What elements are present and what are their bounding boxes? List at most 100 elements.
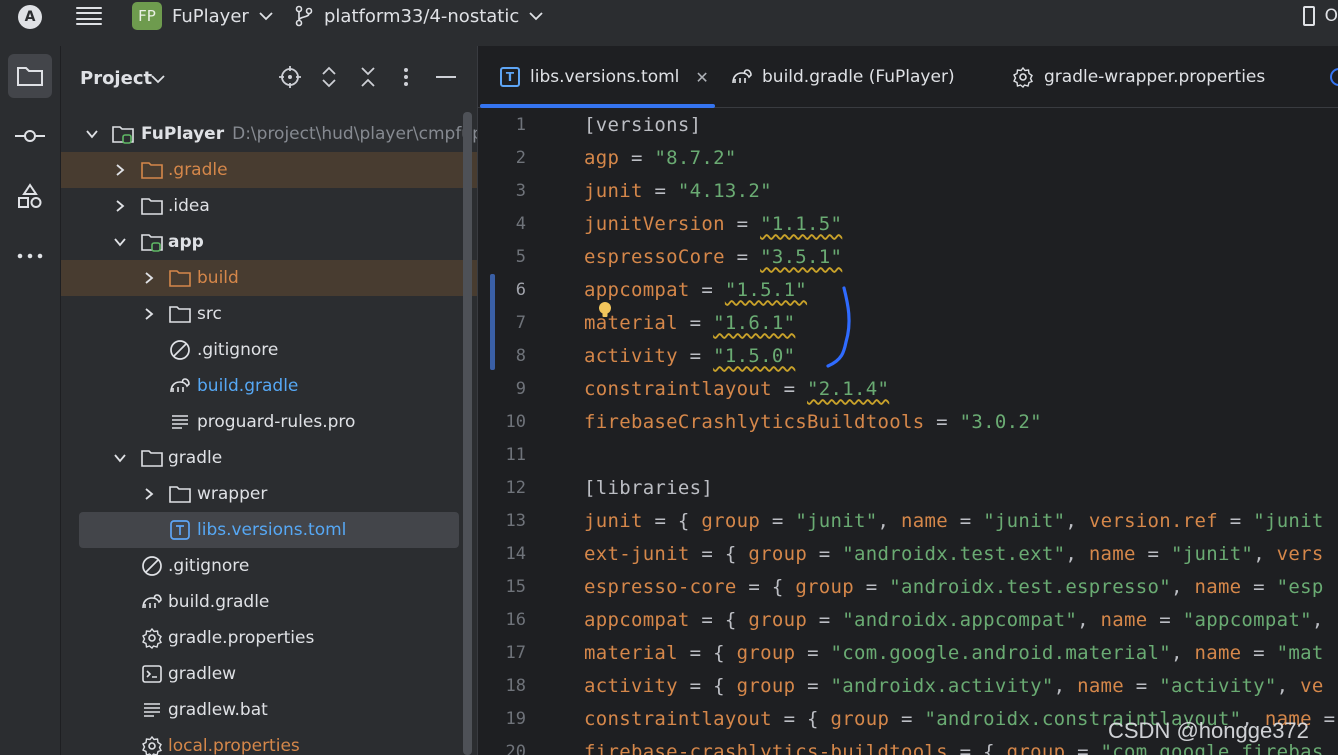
line-number[interactable]: 10 (478, 412, 526, 432)
line-number[interactable]: 19 (478, 709, 526, 729)
chevron-down-icon[interactable] (85, 127, 99, 141)
tree-item-root-gitignore[interactable]: .gitignore (61, 548, 477, 584)
tree-item-build[interactable]: build (61, 260, 477, 296)
chevron-down-icon[interactable] (151, 74, 165, 84)
android-studio-icon[interactable]: A (18, 5, 42, 29)
line-number[interactable]: 11 (478, 445, 526, 465)
line-number[interactable]: 3 (478, 181, 526, 201)
code-line[interactable]: 2 agp = "8.7.2" (478, 141, 1338, 174)
tree-item-libs-versions-toml[interactable]: libs.versions.toml (79, 512, 459, 548)
line-number[interactable]: 20 (478, 742, 526, 755)
code-token: = (1311, 707, 1336, 730)
more-tools-button[interactable] (8, 234, 52, 278)
line-number[interactable]: 2 (478, 148, 526, 168)
code-line[interactable]: 8 activity = "1.5.0" (478, 339, 1338, 372)
line-number[interactable]: 8 (478, 346, 526, 366)
tree-item-label: app (168, 232, 204, 252)
code-line[interactable]: 12 [libraries] (478, 471, 1338, 504)
line-number[interactable]: 16 (478, 610, 526, 630)
more-tabs-icon[interactable] (1330, 68, 1338, 86)
code-area[interactable]: 1 [versions] 2 agp = "8.7.2" 3 junit = "4.13.… (478, 108, 1338, 755)
line-number[interactable]: 14 (478, 544, 526, 564)
chevron-down-icon[interactable] (113, 451, 127, 465)
code-line[interactable]: 3 junit = "4.13.2" (478, 174, 1338, 207)
tree-item-local-properties[interactable]: local.properties (61, 728, 477, 755)
code-line[interactable]: 11 (478, 438, 1338, 471)
code-line[interactable]: 18 activity = { group = "androidx.activit… (478, 669, 1338, 702)
tab-build-gradle[interactable]: build.gradle (FuPlayer) (730, 46, 955, 108)
tree-item-app-gitignore[interactable]: .gitignore (61, 332, 477, 368)
line-number[interactable]: 13 (478, 511, 526, 531)
code-token: "junit" (795, 509, 878, 532)
tree-item-gradlew[interactable]: gradlew (61, 656, 477, 692)
line-number[interactable]: 6 (478, 280, 526, 300)
tree-item-wrapper[interactable]: wrapper (61, 476, 477, 512)
vcs-branch-switcher[interactable]: platform33/4-nostatic (294, 2, 543, 30)
line-number[interactable]: 4 (478, 214, 526, 234)
code-line[interactable]: 7 material = "1.6.1" (478, 306, 1338, 339)
hide-panel-icon[interactable] (435, 66, 457, 88)
line-number[interactable]: 7 (478, 313, 526, 333)
main-menu-icon[interactable] (76, 5, 102, 27)
chevron-right-icon[interactable] (113, 163, 127, 177)
code-line[interactable]: 9 constraintlayout = "2.1.4" (478, 372, 1338, 405)
commit-tool-button[interactable] (8, 114, 52, 158)
tab-gradle-wrapper-properties[interactable]: gradle-wrapper.properties (1012, 46, 1265, 108)
code-token: group (736, 641, 796, 664)
code-token: constraintlayout (584, 377, 772, 400)
code-text: appcompat = "1.5.1" (584, 279, 807, 301)
editor: T libs.versions.toml ✕ build.gradle (FuP… (477, 46, 1338, 755)
chevron-down-icon[interactable] (113, 235, 127, 249)
collapse-all-icon[interactable] (357, 66, 379, 88)
expand-all-icon[interactable] (318, 66, 340, 88)
code-line[interactable]: 16 appcompat = { group = "androidx.appcom… (478, 603, 1338, 636)
resource-manager-button[interactable] (8, 174, 52, 218)
chevron-right-icon[interactable] (142, 487, 156, 501)
code-line[interactable]: 4 junitVersion = "1.1.5" (478, 207, 1338, 240)
code-token: , (1053, 674, 1078, 697)
tree-item-gradlew-bat[interactable]: gradlew.bat (61, 692, 477, 728)
options-icon[interactable] (395, 66, 417, 88)
chevron-right-icon[interactable] (113, 199, 127, 213)
line-number[interactable]: 1 (478, 115, 526, 135)
tree-item-app-build-gradle[interactable]: build.gradle (61, 368, 477, 404)
tree-item-label: libs.versions.toml (197, 520, 347, 540)
code-line[interactable]: 17 material = { group = "com.google.andro… (478, 636, 1338, 669)
tree-item-root-build-gradle[interactable]: build.gradle (61, 584, 477, 620)
line-number[interactable]: 9 (478, 379, 526, 399)
code-line[interactable]: 5 espressoCore = "3.5.1" (478, 240, 1338, 273)
line-number[interactable]: 12 (478, 478, 526, 498)
tree-item-dot-gradle[interactable]: .gradle (61, 152, 477, 188)
line-number[interactable]: 18 (478, 676, 526, 696)
tree-item-fuplayer[interactable]: FuPlayer D:\project\hud\player\cmpfupl (61, 116, 488, 152)
project-tool-button[interactable] (8, 54, 52, 98)
project-tree-scrollbar[interactable] (463, 112, 472, 755)
line-number[interactable]: 15 (478, 577, 526, 597)
code-line[interactable]: 14 ext-junit = { group = "androidx.test.e… (478, 537, 1338, 570)
tree-item-app[interactable]: app (61, 224, 477, 260)
code-line[interactable]: 10 firebaseCrashlyticsBuildtools = "3.0.2… (478, 405, 1338, 438)
project-view-selector[interactable]: Project (80, 68, 152, 89)
tree-item-gradle[interactable]: gradle (61, 440, 477, 476)
line-number[interactable]: 17 (478, 643, 526, 663)
close-icon[interactable]: ✕ (695, 68, 708, 87)
code-token: junit (584, 179, 643, 202)
tree-item-src[interactable]: src (61, 296, 477, 332)
code-token: , (1077, 608, 1101, 631)
code-line[interactable]: 15 espresso-core = { group = "androidx.te… (478, 570, 1338, 603)
locate-icon[interactable] (279, 66, 301, 88)
line-number[interactable]: 5 (478, 247, 526, 267)
chevron-right-icon[interactable] (142, 307, 156, 321)
project-switcher[interactable]: FP FuPlayer (132, 2, 273, 30)
tree-item-gradle-properties[interactable]: gradle.properties (61, 620, 477, 656)
tab-libs-versions-toml[interactable]: T libs.versions.toml ✕ (480, 46, 715, 108)
device-selector[interactable]: O (1302, 2, 1338, 30)
code-token: "1.1.5" (760, 212, 843, 235)
tree-item-idea[interactable]: .idea (61, 188, 477, 224)
code-line[interactable]: 1 [versions] (478, 108, 1338, 141)
code-line[interactable]: 13 junit = { group = "junit", name = "jun… (478, 504, 1338, 537)
ignore-file-icon (142, 556, 162, 576)
code-line[interactable]: 6 appcompat = "1.5.1" (478, 273, 1338, 306)
tree-item-proguard[interactable]: proguard-rules.pro (61, 404, 477, 440)
chevron-right-icon[interactable] (142, 271, 156, 285)
